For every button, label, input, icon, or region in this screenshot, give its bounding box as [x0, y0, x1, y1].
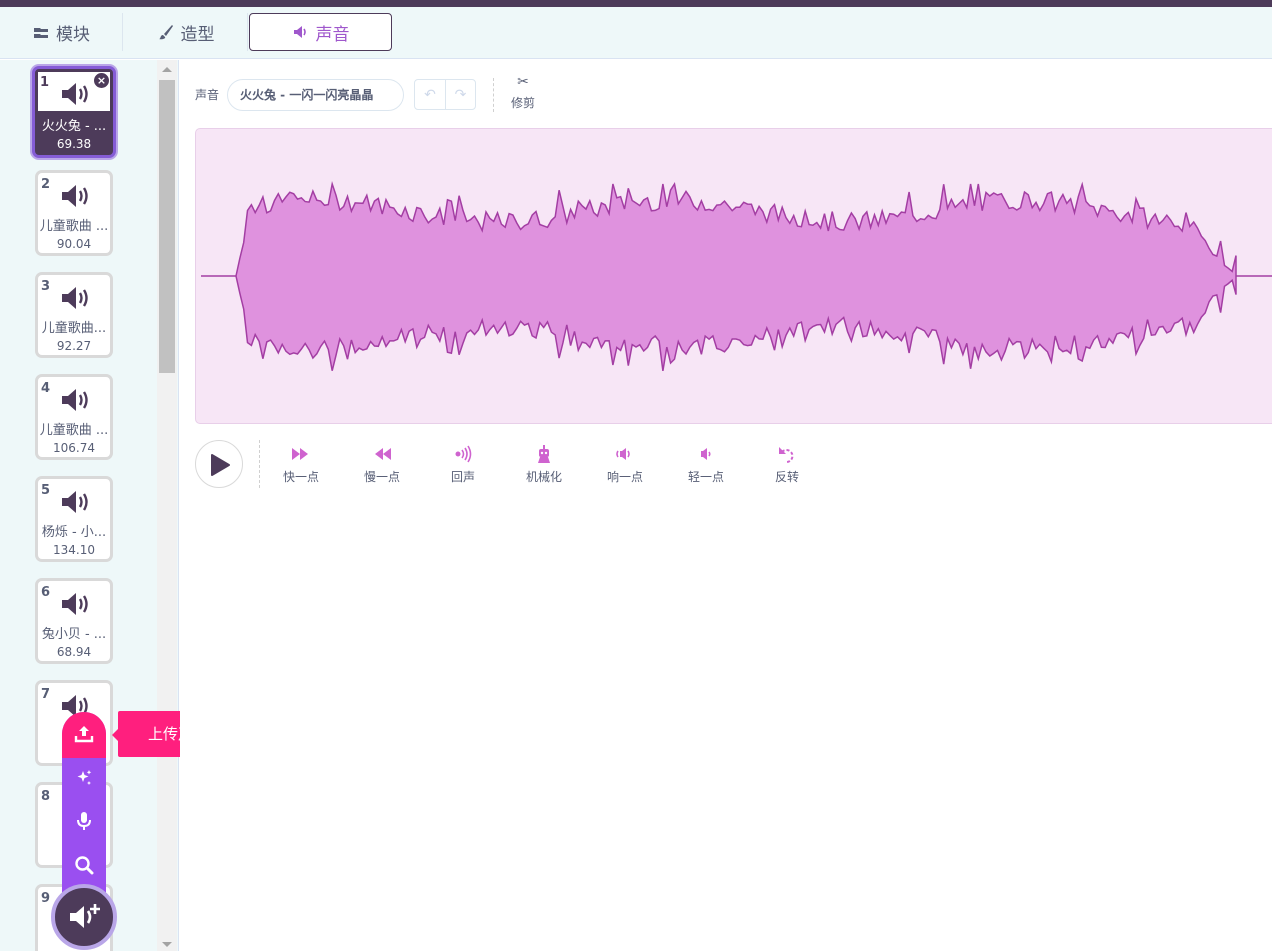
brush-icon — [158, 25, 173, 40]
effect-label: 反转 — [774, 470, 799, 484]
play-button[interactable] — [195, 440, 243, 488]
speaker-icon — [62, 389, 88, 411]
toolbar-divider — [493, 78, 494, 112]
scroll-up-arrow[interactable] — [162, 67, 172, 72]
slower-icon — [375, 448, 391, 460]
sound-name: 儿童歌曲 ... — [39, 219, 109, 234]
waveform — [201, 181, 1272, 372]
redo-icon: ↷ — [454, 86, 467, 103]
upload-sound-button[interactable] — [62, 712, 106, 758]
sound-number: 1 — [40, 75, 50, 90]
softer-icon — [701, 448, 711, 460]
sound-duration: 69.38 — [56, 137, 92, 151]
effects-divider — [259, 440, 260, 488]
tab-label: 模块 — [56, 24, 90, 45]
sound-name: 杨烁 - 小... — [41, 525, 107, 540]
add-sound-icon — [70, 904, 100, 928]
trim-button[interactable]: ✂ 修剪 — [508, 74, 538, 111]
sound-name: 兔小贝 - ... — [41, 627, 107, 642]
waveform-display[interactable] — [195, 128, 1272, 424]
sound-item-1[interactable]: 1 火火兔 - ... 69.38 × — [32, 66, 116, 158]
speaker-icon — [62, 83, 88, 105]
louder-icon — [616, 448, 630, 460]
redo-button[interactable]: ↷ — [444, 80, 475, 109]
effect-softer-button[interactable]: 轻一点 — [676, 444, 736, 485]
tab-label: 造型 — [180, 24, 215, 45]
sound-item-4[interactable]: 4 儿童歌曲 ... 106.74 — [35, 374, 113, 460]
search-icon[interactable] — [74, 855, 94, 875]
sound-number: 8 — [41, 789, 51, 804]
effect-slower-button[interactable]: 慢一点 — [352, 444, 412, 485]
menu-bar — [0, 0, 1272, 7]
upload-icon — [74, 726, 94, 743]
scrollbar-thumb[interactable] — [159, 80, 175, 373]
sound-number: 2 — [41, 177, 51, 192]
tab-sounds[interactable]: 声音 — [249, 13, 392, 51]
sound-name: 儿童歌曲 ... — [39, 423, 109, 438]
effect-reverse-button[interactable]: 反转 — [757, 444, 817, 485]
sound-item-6[interactable]: 6 兔小贝 - ... 68.94 — [35, 578, 113, 664]
waveform-shape — [235, 181, 1237, 372]
undo-redo-group: ↶ ↷ — [414, 79, 476, 110]
speaker-icon — [62, 185, 88, 207]
undo-icon: ↶ — [424, 86, 436, 103]
sound-editor: 声音 火火兔 - 一闪一闪亮晶晶 ↶ ↷ ✂ 修剪 快一点 慢一点 回声 机械化 — [180, 60, 1272, 951]
scroll-down-arrow[interactable] — [162, 942, 172, 947]
speaker-icon — [62, 287, 88, 309]
surprise-icon[interactable] — [74, 768, 94, 788]
speaker-icon — [62, 593, 88, 615]
sound-duration: 68.94 — [56, 645, 92, 659]
sound-name: 火火兔 - ... — [41, 119, 107, 134]
effect-faster-button[interactable]: 快一点 — [271, 444, 331, 485]
sound-number: 4 — [41, 381, 51, 396]
sound-name-label: 声音 — [195, 88, 220, 102]
sound-name-input[interactable]: 火火兔 - 一闪一闪亮晶晶 — [227, 79, 404, 111]
effect-robot-button[interactable]: 机械化 — [514, 444, 574, 485]
sound-number: 5 — [41, 483, 51, 498]
choose-sound-button[interactable] — [51, 884, 117, 950]
editor-tabs: 模块 造型 声音 — [0, 7, 1272, 59]
microphone-icon[interactable] — [74, 811, 94, 831]
effect-label: 回声 — [450, 470, 475, 484]
echo-icon — [455, 445, 472, 463]
sound-number: 9 — [41, 891, 51, 906]
faster-icon — [292, 448, 308, 460]
delete-sound-button[interactable]: × — [94, 73, 109, 88]
effect-label: 响一点 — [606, 470, 643, 484]
blocks-icon — [34, 28, 48, 38]
effect-label: 机械化 — [525, 470, 562, 484]
effect-louder-button[interactable]: 响一点 — [595, 444, 655, 485]
reverse-icon — [779, 447, 794, 463]
sound-name: 儿童歌曲... — [41, 321, 107, 336]
scrollbar[interactable] — [157, 60, 177, 951]
tab-code[interactable]: 模块 — [0, 13, 123, 51]
sound-duration: 90.04 — [56, 237, 92, 251]
speaker-icon — [62, 491, 88, 513]
robot-icon — [538, 445, 550, 463]
sound-item-3[interactable]: 3 儿童歌曲... 92.27 — [35, 272, 113, 358]
effect-echo-button[interactable]: 回声 — [433, 444, 493, 485]
sound-item-5[interactable]: 5 杨烁 - 小... 134.10 — [35, 476, 113, 562]
trim-label: 修剪 — [510, 96, 535, 110]
effect-label: 快一点 — [282, 470, 319, 484]
sound-duration: 106.74 — [53, 441, 95, 455]
play-icon — [211, 454, 230, 476]
effect-label: 慢一点 — [363, 470, 400, 484]
tab-label: 声音 — [315, 24, 350, 45]
sound-item-2[interactable]: 2 儿童歌曲 ... 90.04 — [35, 170, 113, 256]
sound-duration: 92.27 — [56, 339, 92, 353]
sound-number: 3 — [41, 279, 51, 294]
tab-costumes[interactable]: 造型 — [124, 13, 248, 51]
effect-label: 轻一点 — [687, 470, 724, 484]
speaker-icon — [293, 26, 306, 38]
sound-duration: 134.10 — [53, 543, 95, 557]
sound-number: 7 — [41, 687, 51, 702]
scissors-icon: ✂ — [517, 74, 529, 90]
sound-number: 6 — [41, 585, 51, 600]
undo-button[interactable]: ↶ — [415, 80, 445, 109]
